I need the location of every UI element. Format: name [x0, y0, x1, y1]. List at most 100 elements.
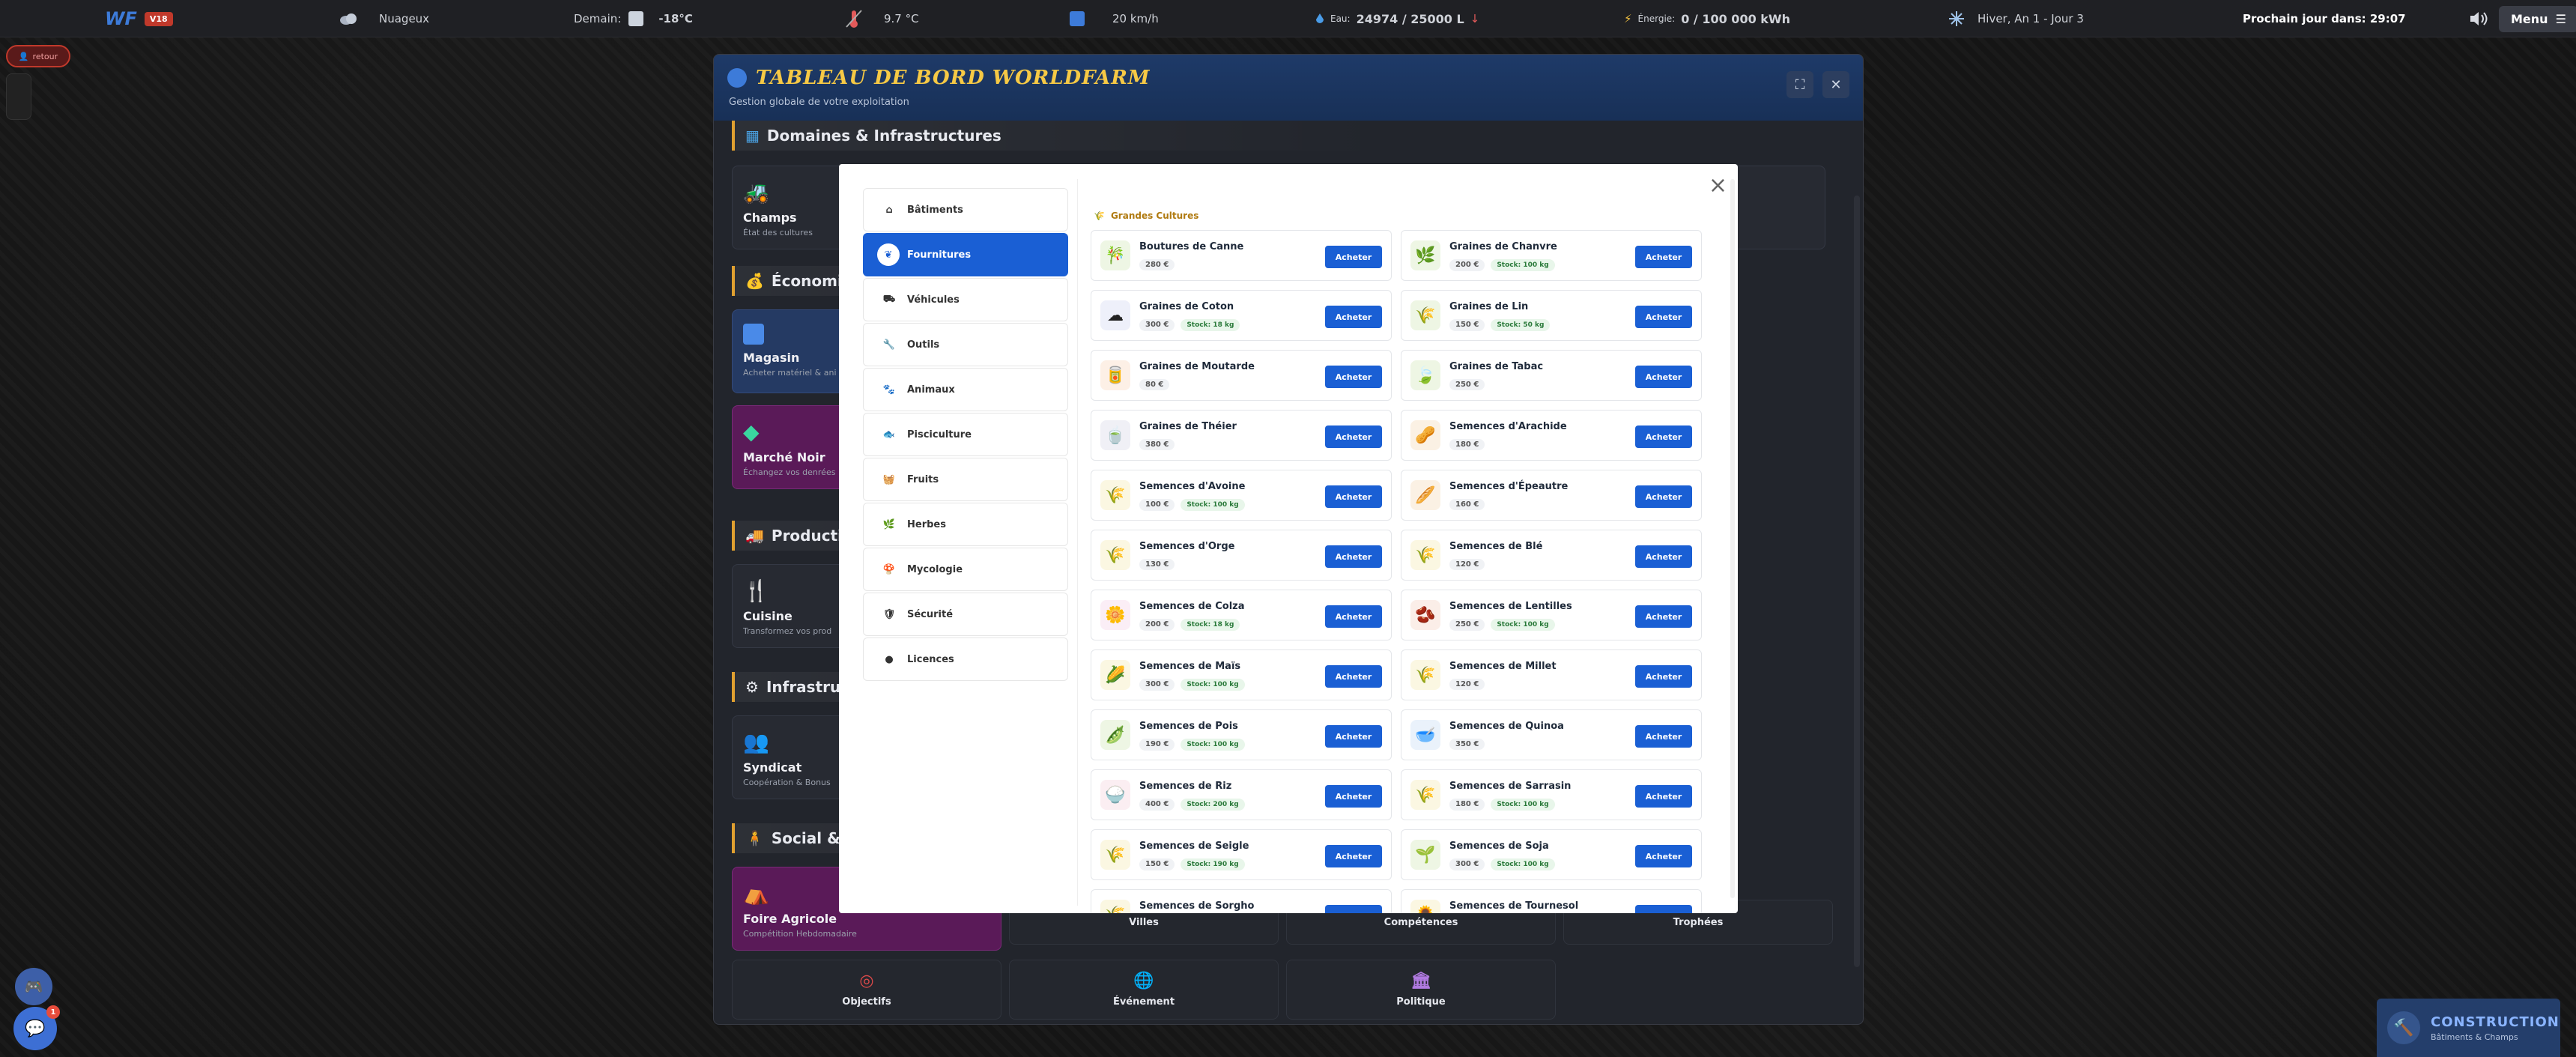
store-icon — [743, 324, 764, 345]
category-animaux[interactable]: 🐾 Animaux — [863, 368, 1068, 411]
dashboard-header: TABLEAU DE BORD WORLDFARM Gestion global… — [714, 55, 1863, 121]
dashboard-scrollbar[interactable] — [1854, 196, 1860, 967]
top-status-bar: WF V18 Nuageux Demain: -18°C 9.7 °C 20 k… — [0, 0, 2576, 37]
discord-button[interactable]: 🎮 — [15, 968, 52, 1005]
menu-label: Menu — [2511, 11, 2548, 26]
product-card: 🥜 Semences d'Arachide 180 € Acheter — [1401, 410, 1702, 461]
category-securite[interactable]: 🛡 Sécurité — [863, 593, 1068, 636]
product-price: 300 € — [1139, 319, 1175, 331]
product-price: 180 € — [1449, 799, 1485, 811]
product-card: 🌽 Semences de Maïs 300 € Stock: 100 kg Achet… — [1091, 649, 1392, 700]
water-drop-icon — [1315, 13, 1324, 25]
product-stock: Stock: 100 kg — [1491, 799, 1555, 811]
product-name: Semences d'Arachide — [1449, 421, 1567, 432]
construction-button[interactable]: 🔨 CONSTRUCTION Bâtiments & Champs — [2377, 999, 2560, 1057]
buy-button[interactable]: Acheter — [1635, 665, 1692, 688]
product-price: 80 € — [1139, 379, 1170, 390]
money-bag-icon: 💰 — [745, 272, 764, 290]
globe-icon: 🌐 — [1133, 972, 1154, 990]
buy-button[interactable]: Acheter — [1325, 605, 1382, 628]
fullscreen-button[interactable]: ⛶ — [1786, 71, 1813, 98]
category-vehicules[interactable]: ⛟ Véhicules — [863, 278, 1068, 321]
dashboard-close-button[interactable]: ✕ — [1822, 71, 1849, 98]
buy-button[interactable]: Acheter — [1635, 485, 1692, 508]
buy-button[interactable]: Acheter — [1635, 425, 1692, 448]
buy-button[interactable]: Acheter — [1635, 725, 1692, 748]
buy-button[interactable]: Acheter — [1325, 246, 1382, 268]
product-price: 250 € — [1449, 619, 1485, 631]
wheat-icon: 🌾 — [1094, 211, 1105, 221]
buy-button[interactable]: Acheter — [1325, 905, 1382, 913]
buy-button[interactable]: Acheter — [1325, 425, 1382, 448]
buy-button[interactable]: Acheter — [1325, 845, 1382, 867]
category-outils[interactable]: 🔧 Outils — [863, 323, 1068, 366]
product-name: Semences de Colza — [1139, 601, 1245, 612]
seed-icon: 🌾 — [1410, 300, 1440, 330]
back-button[interactable]: 👤 retour — [6, 45, 70, 67]
buy-button[interactable]: Acheter — [1635, 605, 1692, 628]
buy-button[interactable]: Acheter — [1635, 306, 1692, 328]
menu-button[interactable]: Menu ☰ — [2499, 5, 2576, 32]
product-stock: Stock: 100 kg — [1181, 499, 1245, 511]
category-label: Licences — [907, 653, 954, 665]
buy-button[interactable]: Acheter — [1325, 785, 1382, 808]
category-fruits[interactable]: 🧺 Fruits — [863, 458, 1068, 501]
buy-button[interactable]: Acheter — [1325, 665, 1382, 688]
shop-close-button[interactable]: × — [1709, 175, 1727, 197]
divider — [1077, 179, 1078, 906]
category-pisciculture[interactable]: 🐟 Pisciculture — [863, 413, 1068, 456]
product-stock: Stock: 100 kg — [1181, 679, 1245, 691]
discord-icon: 🎮 — [24, 978, 43, 996]
product-card: ☁ Graines de Coton 300 € Stock: 18 kg Achete… — [1091, 290, 1392, 341]
product-name: Graines de Lin — [1449, 301, 1529, 312]
buy-button[interactable]: Acheter — [1635, 366, 1692, 388]
product-name: Graines de Chanvre — [1449, 241, 1557, 252]
category-mycologie[interactable]: 🍄 Mycologie — [863, 548, 1068, 591]
paw-icon: 🐾 — [882, 384, 896, 396]
buy-button[interactable]: Acheter — [1325, 725, 1382, 748]
category-herbes[interactable]: 🌿 Herbes — [863, 503, 1068, 546]
buy-button[interactable]: Acheter — [1325, 485, 1382, 508]
tile-objectifs[interactable]: ◎ Objectifs — [732, 960, 1001, 1020]
product-price: 380 € — [1139, 439, 1175, 450]
product-name: Semences de Quinoa — [1449, 721, 1564, 732]
product-price: 130 € — [1139, 559, 1175, 570]
tile-politique[interactable]: 🏛 Politique — [1286, 960, 1556, 1020]
brand[interactable]: WF V18 — [105, 0, 173, 37]
buy-button[interactable]: Acheter — [1325, 306, 1382, 328]
seed-icon: 🌽 — [1100, 660, 1130, 690]
category-fournitures[interactable]: ❦ Fournitures — [863, 233, 1068, 276]
seed-icon: 🎋 — [1100, 240, 1130, 270]
seed-icon: 🌾 — [1100, 900, 1130, 913]
product-stock: Stock: 100 kg — [1491, 858, 1555, 870]
mushroom-icon: 🍄 — [882, 563, 896, 575]
product-price: 150 € — [1449, 319, 1485, 331]
buy-button[interactable]: Acheter — [1635, 246, 1692, 268]
category-licences[interactable]: ● Licences — [863, 637, 1068, 681]
tomorrow-label: Demain: — [574, 12, 622, 25]
buy-button[interactable]: Acheter — [1325, 545, 1382, 568]
seed-icon: 🌿 — [1410, 240, 1440, 270]
product-name: Semences de Pois — [1139, 721, 1238, 732]
seed-icon: 🌾 — [1100, 480, 1130, 510]
sound-toggle[interactable] — [2469, 0, 2488, 37]
product-name: Semences de Lentilles — [1449, 601, 1572, 612]
buy-button[interactable]: Acheter — [1635, 545, 1692, 568]
buy-button[interactable]: Acheter — [1325, 366, 1382, 388]
buy-button[interactable]: Acheter — [1635, 905, 1692, 913]
shop-scrollbar[interactable] — [1730, 179, 1735, 898]
chat-button[interactable]: 💬 1 — [13, 1005, 60, 1050]
buy-button[interactable]: Acheter — [1635, 785, 1692, 808]
category-batiments[interactable]: ⌂ Bâtiments — [863, 188, 1068, 231]
buy-button[interactable]: Acheter — [1635, 845, 1692, 867]
product-name: Semences d'Épeautre — [1449, 481, 1569, 492]
product-price: 120 € — [1449, 559, 1485, 570]
user-icon: 👤 — [18, 51, 29, 61]
temperature-status: 9.7 °C — [845, 0, 919, 37]
tile-evenement[interactable]: 🌐 Événement — [1009, 960, 1279, 1020]
side-toolbar[interactable] — [6, 73, 31, 120]
seed-icon: 🍵 — [1100, 420, 1130, 450]
seed-icon: 🥖 — [1410, 480, 1440, 510]
product-card: 🌾 Semences d'Orge 130 € Acheter — [1091, 530, 1392, 581]
seed-icon: 🥜 — [1410, 420, 1440, 450]
